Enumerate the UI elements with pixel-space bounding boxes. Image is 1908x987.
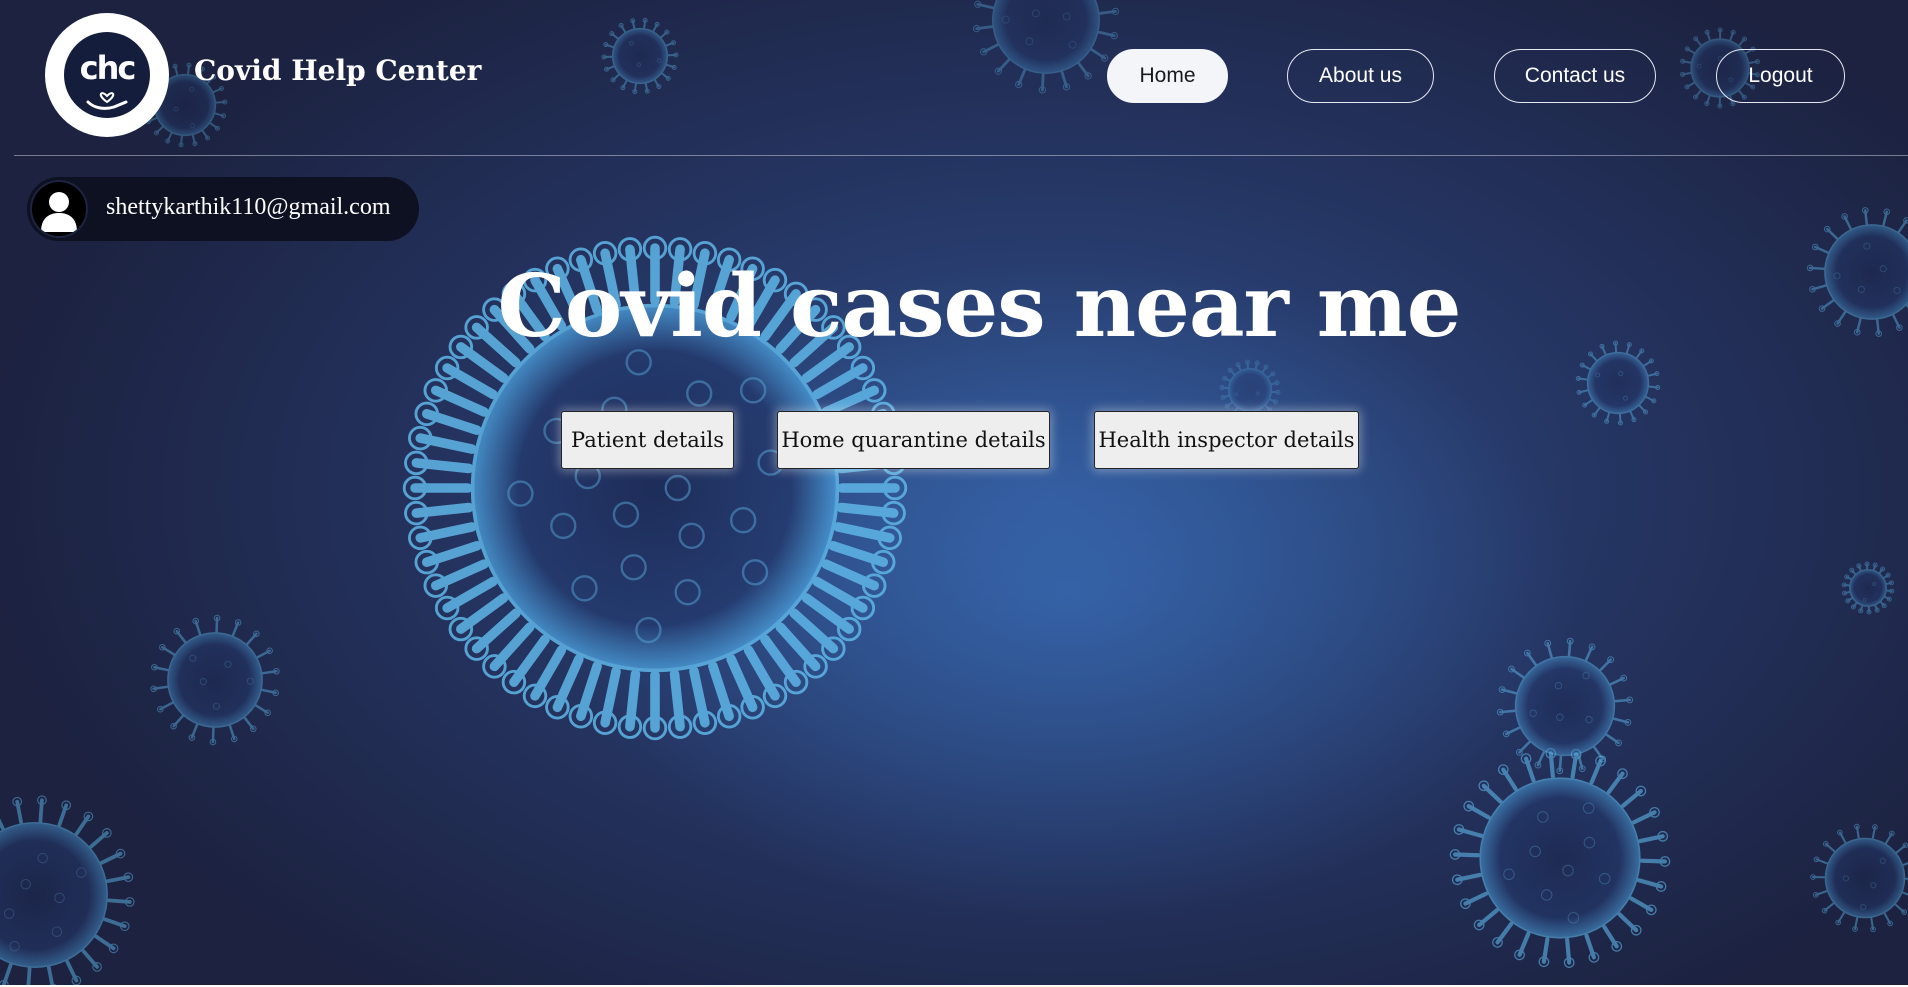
page-title: Covid cases near me: [497, 256, 1461, 357]
virus-particle: [1810, 823, 1908, 933]
home-quarantine-details-button[interactable]: Home quarantine details: [777, 411, 1050, 469]
nav-logout-button[interactable]: Logout: [1716, 49, 1845, 103]
nav-about-us-button[interactable]: About us: [1287, 49, 1434, 103]
user-profile-chip[interactable]: shettykarthik110@gmail.com: [27, 177, 419, 241]
chc-logo[interactable]: chc: [45, 13, 169, 137]
user-email: shettykarthik110@gmail.com: [106, 194, 391, 220]
user-silhouette-icon: [30, 180, 88, 238]
nav-home-button[interactable]: Home: [1107, 49, 1228, 103]
virus-particle: [1449, 748, 1671, 968]
virus-particle: [150, 614, 280, 746]
virus-particle: [1841, 561, 1895, 615]
header-divider: [14, 155, 1908, 156]
virus-particle: [0, 795, 135, 987]
patient-details-button[interactable]: Patient details: [561, 411, 734, 469]
virus-particle: [1496, 637, 1634, 775]
heart-hand-icon: [86, 92, 128, 110]
logo-badge: chc: [64, 32, 150, 118]
site-header: chc Covid Help Center Home About us Cont…: [0, 0, 1908, 156]
brand-name[interactable]: Covid Help Center: [194, 54, 481, 87]
health-inspector-details-button[interactable]: Health inspector details: [1094, 411, 1359, 469]
nav-contact-us-button[interactable]: Contact us: [1494, 49, 1656, 103]
